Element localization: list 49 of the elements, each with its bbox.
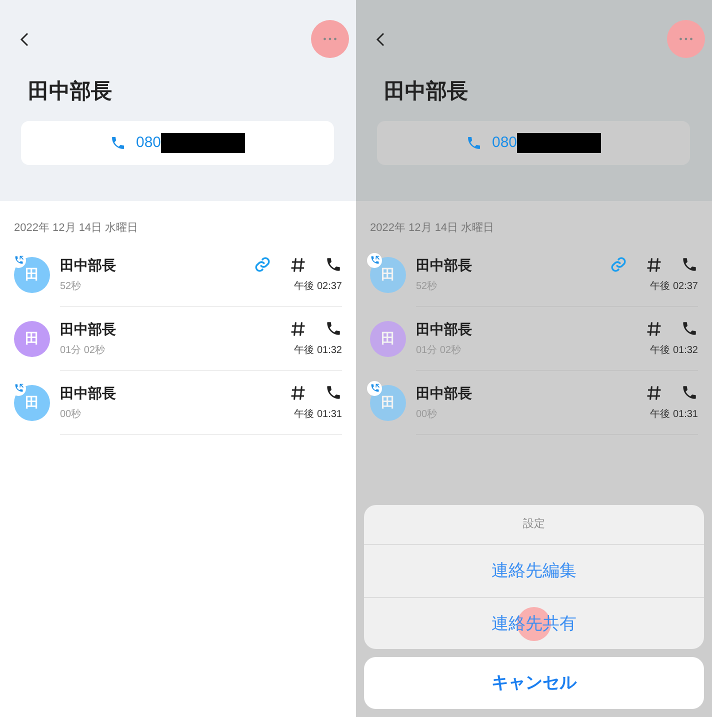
call-log-row[interactable]: 田 田中部長 00秒 午後 01:31 xyxy=(0,370,356,434)
call-duration: 52秒 xyxy=(60,280,82,294)
hash-icon[interactable] xyxy=(645,320,663,338)
back-icon xyxy=(376,32,384,46)
phone-icon xyxy=(325,256,342,273)
call-time: 午後 01:32 xyxy=(650,344,698,358)
caller-name: 田中部長 xyxy=(60,384,117,402)
more-icon xyxy=(679,37,693,41)
caller-name: 田中部長 xyxy=(416,320,473,338)
call-time: 午後 01:32 xyxy=(294,344,342,358)
phone-icon xyxy=(681,256,698,273)
phone-icon xyxy=(466,135,482,151)
caller-name: 田中部長 xyxy=(60,256,117,274)
call-time: 午後 02:37 xyxy=(294,280,342,294)
back-icon xyxy=(20,32,28,46)
call-date: 2022年 12月 14日 水曜日 xyxy=(369,221,496,236)
hash-icon[interactable] xyxy=(645,384,663,402)
link-icon[interactable] xyxy=(254,256,271,273)
call-date: 2022年 12月 14日 水曜日 xyxy=(13,221,140,236)
contact-name: 田中部長 xyxy=(384,78,469,105)
call-duration: 01分 02秒 xyxy=(60,344,106,358)
call-log-row[interactable]: 田 田中部長 52秒 午後 02:37 xyxy=(0,242,356,306)
avatar: 田 xyxy=(14,384,50,420)
hash-icon[interactable] xyxy=(289,256,307,274)
hash-icon[interactable] xyxy=(645,256,663,274)
call-time: 午後 01:31 xyxy=(650,408,698,422)
phone-icon xyxy=(325,384,342,401)
contact-name: 田中部長 xyxy=(28,78,113,105)
avatar: 田 xyxy=(370,384,406,420)
phone-icon xyxy=(681,320,698,337)
phone-icon xyxy=(325,320,342,337)
call-time: 午後 01:31 xyxy=(294,408,342,422)
hash-icon[interactable] xyxy=(289,384,307,402)
hash-icon[interactable] xyxy=(289,320,307,338)
caller-name: 田中部長 xyxy=(416,384,473,402)
avatar: 田 xyxy=(14,320,50,356)
phone-icon xyxy=(110,135,126,151)
avatar: 田 xyxy=(370,256,406,292)
avatar: 田 xyxy=(370,320,406,356)
phone-icon xyxy=(681,384,698,401)
action-sheet-title: 設定 xyxy=(364,505,704,545)
call-log-row[interactable]: 田 田中部長 01分 02秒 午後 01:32 xyxy=(0,306,356,370)
caller-name: 田中部長 xyxy=(416,256,473,274)
call-duration: 00秒 xyxy=(60,408,82,422)
call-time: 午後 02:37 xyxy=(650,280,698,294)
caller-name: 田中部長 xyxy=(60,320,117,338)
avatar: 田 xyxy=(14,256,50,292)
cancel-button[interactable]: キャンセル xyxy=(364,657,704,709)
more-icon xyxy=(323,37,337,41)
